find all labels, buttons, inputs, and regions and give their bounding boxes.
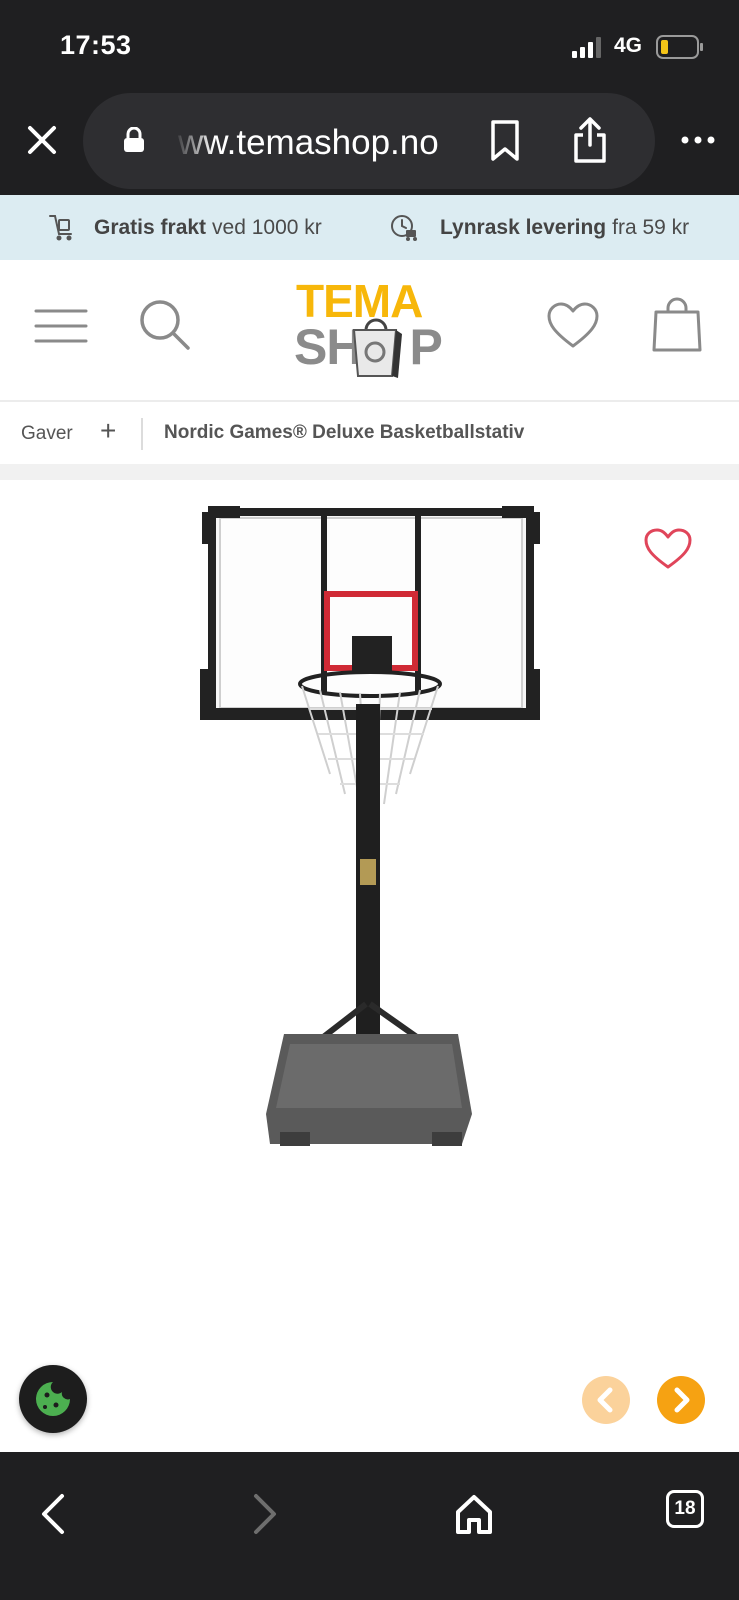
cookie-settings-button[interactable] xyxy=(19,1365,87,1433)
gallery-prev-button[interactable] xyxy=(582,1376,630,1424)
product-image-basketball-stand[interactable] xyxy=(200,504,550,1164)
back-icon[interactable] xyxy=(38,1492,68,1536)
bookmark-icon[interactable] xyxy=(488,119,522,163)
shopping-bag-icon[interactable] xyxy=(652,296,702,352)
add-to-wishlist-icon[interactable] xyxy=(644,528,692,570)
browser-chrome: 17:53 4G ww.temashop.no xyxy=(0,0,739,195)
chevron-left-icon xyxy=(597,1387,613,1413)
lock-icon xyxy=(124,127,144,152)
signal-icon xyxy=(572,37,601,58)
site-header: TEMA SH P xyxy=(0,260,739,402)
network-type: 4G xyxy=(614,34,643,57)
battery-icon xyxy=(656,35,703,59)
browser-toolbar: 18 xyxy=(0,1452,739,1600)
section-gap xyxy=(0,464,739,480)
breadcrumb-divider xyxy=(141,418,143,450)
free-shipping-text: ved 1000 kr xyxy=(212,215,322,239)
product-gallery xyxy=(0,480,739,1452)
forward-icon[interactable] xyxy=(250,1492,280,1536)
breadcrumb: Gaver + Nordic Games® Deluxe Basketballs… xyxy=(0,404,739,464)
hamburger-menu-icon[interactable] xyxy=(34,308,88,344)
breadcrumb-expand-button[interactable]: + xyxy=(100,415,116,447)
shipping-info-strip: Gratis frakt ved 1000 kr Lynrask leverin… xyxy=(0,195,739,260)
logo-bag-icon xyxy=(352,318,402,378)
address-bar[interactable]: ww.temashop.no xyxy=(83,93,655,189)
logo-text-bottom-right: P xyxy=(409,319,442,375)
free-shipping-bold: Gratis frakt xyxy=(94,215,207,239)
close-icon[interactable] xyxy=(22,120,62,160)
cookie-icon xyxy=(36,1382,70,1416)
breadcrumb-gaver[interactable]: Gaver xyxy=(21,423,73,445)
status-time: 17:53 xyxy=(60,30,132,60)
fast-delivery-bold: Lynrask levering xyxy=(440,215,607,239)
fast-delivery-info: Lynrask levering fra 59 kr xyxy=(390,195,689,260)
breadcrumb-current: Nordic Games® Deluxe Basketballstativ xyxy=(164,422,525,443)
share-icon[interactable] xyxy=(571,115,609,165)
chevron-right-icon xyxy=(674,1387,690,1413)
fast-delivery-text: fra 59 kr xyxy=(612,215,690,239)
search-icon[interactable] xyxy=(138,298,192,352)
gallery-next-button[interactable] xyxy=(657,1376,705,1424)
fast-delivery-icon xyxy=(391,214,417,241)
more-options-icon[interactable] xyxy=(680,130,716,150)
url-text[interactable]: ww.temashop.no xyxy=(178,123,468,163)
home-icon[interactable] xyxy=(454,1492,494,1536)
trolley-icon xyxy=(49,214,72,240)
free-shipping-info: Gratis frakt ved 1000 kr xyxy=(48,195,322,260)
wishlist-heart-icon[interactable] xyxy=(546,302,600,350)
tabs-button[interactable]: 18 xyxy=(666,1490,704,1528)
